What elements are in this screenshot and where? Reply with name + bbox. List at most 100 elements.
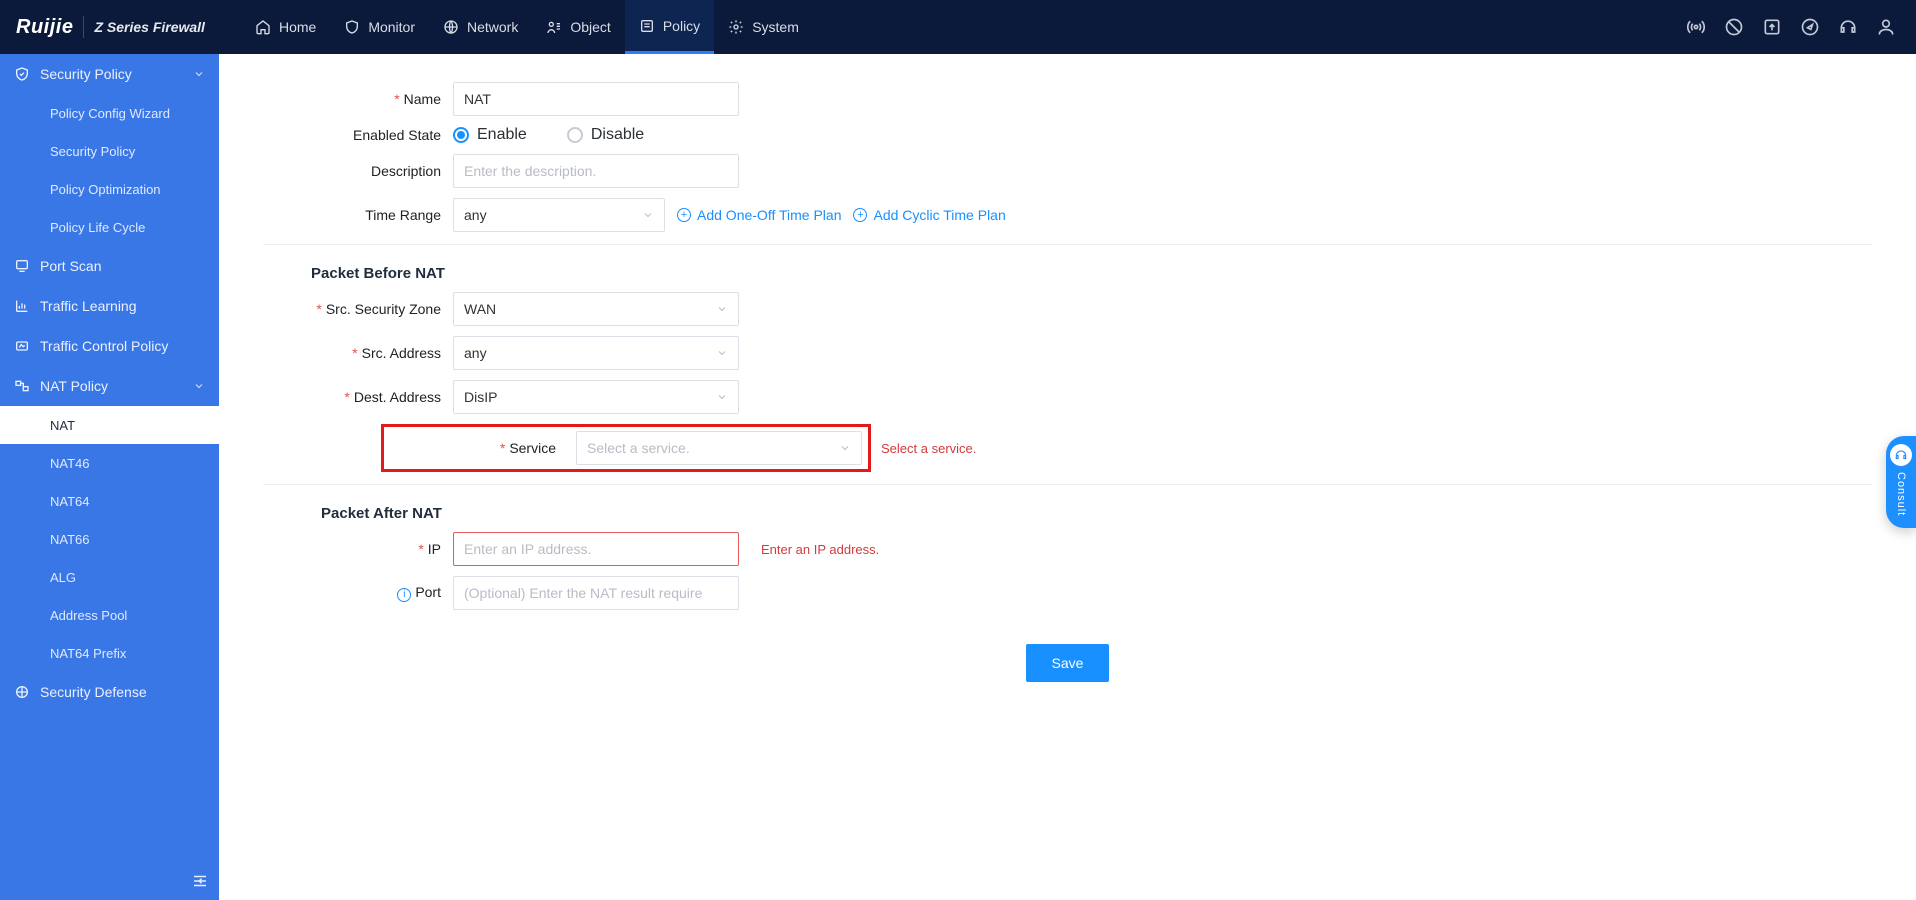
row-src-zone: *Src. Security Zone WAN [263,292,1872,326]
nat-form: *Name Enabled State Enable Disable [219,54,1916,712]
compass-icon[interactable] [1800,17,1820,37]
sidebar-item-policy-optimization[interactable]: Policy Optimization [0,170,219,208]
sidebar-item-nat46[interactable]: NAT46 [0,444,219,482]
radio-disable[interactable]: Disable [567,126,644,144]
sidebar-item-nat64[interactable]: NAT64 [0,482,219,520]
label-port: iPort [263,584,453,602]
nav-label: Policy [663,18,700,34]
label-enabled-state: Enabled State [263,127,453,143]
row-src-address: *Src. Address any [263,336,1872,370]
row-description: Description [263,154,1872,188]
src-address-select[interactable]: any [453,336,739,370]
row-time-range: Time Range any + Add One-Off Time Plan +… [263,198,1872,232]
sidebar-section-traffic-learning[interactable]: Traffic Learning [0,286,219,326]
time-range-select[interactable]: any [453,198,665,232]
headset-icon[interactable] [1838,17,1858,37]
label-service: *Service [390,440,566,456]
nav-monitor[interactable]: Monitor [330,0,429,54]
select-placeholder: Select a service. [587,440,690,456]
sidebar-item-policy-config-wizard[interactable]: Policy Config Wizard [0,94,219,132]
form-footer: Save [263,620,1872,688]
scan-icon [14,258,30,274]
topbar: Ruijie Z Series Firewall Home Monitor Ne… [0,0,1916,54]
shield-check-icon [14,66,30,82]
port-input[interactable] [453,576,739,610]
sidebar-item-address-pool[interactable]: Address Pool [0,596,219,634]
ban-icon[interactable] [1724,17,1744,37]
dest-address-select[interactable]: DisIP [453,380,739,414]
sidebar-item-nat64-prefix[interactable]: NAT64 Prefix [0,634,219,672]
brand-tagline: Z Series Firewall [94,19,205,35]
nav-label: System [752,19,799,35]
brand-divider [83,16,84,38]
sidebar-section-label: Traffic Control Policy [40,338,168,354]
ip-input[interactable] [453,532,739,566]
sidebar: Security Policy Policy Config Wizard Sec… [0,54,219,900]
sidebar-item-alg[interactable]: ALG [0,558,219,596]
sidebar-collapse-button[interactable] [189,870,211,892]
link-label: Add Cyclic Time Plan [873,207,1005,223]
chevron-down-icon [642,209,654,221]
row-ip: *IP Enter an IP address. [263,532,1872,566]
user-icon[interactable] [1876,17,1896,37]
broadcast-icon[interactable] [1686,17,1706,37]
row-port: iPort [263,576,1872,610]
add-cyclic-time-plan-link[interactable]: + Add Cyclic Time Plan [853,207,1005,223]
nav-policy[interactable]: Policy [625,0,714,54]
section-title-before-nat: Packet Before NAT [311,265,1872,282]
label-src-address: *Src. Address [263,345,453,361]
top-nav: Home Monitor Network Object Policy [241,0,813,54]
home-icon [255,19,271,35]
description-input[interactable] [453,154,739,188]
consult-floating-button[interactable]: Consult [1886,436,1916,528]
policy-icon [639,18,655,34]
sidebar-section-security-policy[interactable]: Security Policy [0,54,219,94]
chevron-down-icon [716,391,728,403]
link-label: Add One-Off Time Plan [697,207,841,223]
add-one-off-time-plan-link[interactable]: + Add One-Off Time Plan [677,207,841,223]
save-button[interactable]: Save [1026,644,1110,682]
sidebar-item-policy-life-cycle[interactable]: Policy Life Cycle [0,208,219,246]
sidebar-item-nat66[interactable]: NAT66 [0,520,219,558]
row-dest-address: *Dest. Address DisIP [263,380,1872,414]
radio-label: Disable [591,126,644,144]
main-content: *Name Enabled State Enable Disable [219,54,1916,900]
radio-dot-icon [567,127,583,143]
plus-circle-icon: + [853,208,867,222]
src-zone-select[interactable]: WAN [453,292,739,326]
nav-home[interactable]: Home [241,0,330,54]
nav-label: Object [570,19,610,35]
row-service: *Service Select a service. Select a serv… [263,424,1872,472]
nav-system[interactable]: System [714,0,813,54]
gear-icon [728,19,744,35]
nav-network[interactable]: Network [429,0,532,54]
section-divider [263,244,1872,245]
upload-icon[interactable] [1762,17,1782,37]
label-description: Description [263,163,453,179]
nav-object[interactable]: Object [532,0,624,54]
error-ip: Enter an IP address. [761,542,879,557]
sidebar-section-nat-policy[interactable]: NAT Policy [0,366,219,406]
sidebar-item-security-policy[interactable]: Security Policy [0,132,219,170]
service-select[interactable]: Select a service. [576,431,862,465]
nav-label: Home [279,19,316,35]
sidebar-section-label: Port Scan [40,258,101,274]
sidebar-section-port-scan[interactable]: Port Scan [0,246,219,286]
chevron-down-icon [839,442,851,454]
radio-dot-icon [453,127,469,143]
sidebar-section-security-defense[interactable]: Security Defense [0,672,219,712]
radio-enable[interactable]: Enable [453,126,527,144]
error-service: Select a service. [881,441,976,456]
consult-label: Consult [1895,472,1907,516]
sidebar-section-label: Security Defense [40,684,147,700]
consult-icon [1890,444,1912,466]
select-value: DisIP [464,389,497,405]
info-icon: i [397,588,411,602]
shell: Security Policy Policy Config Wizard Sec… [0,54,1916,900]
name-input[interactable] [453,82,739,116]
sidebar-item-nat[interactable]: NAT [0,406,219,444]
label-src-zone: *Src. Security Zone [263,301,453,317]
chevron-down-icon [716,303,728,315]
sidebar-section-traffic-control[interactable]: Traffic Control Policy [0,326,219,366]
sidebar-section-label: Security Policy [40,66,132,82]
